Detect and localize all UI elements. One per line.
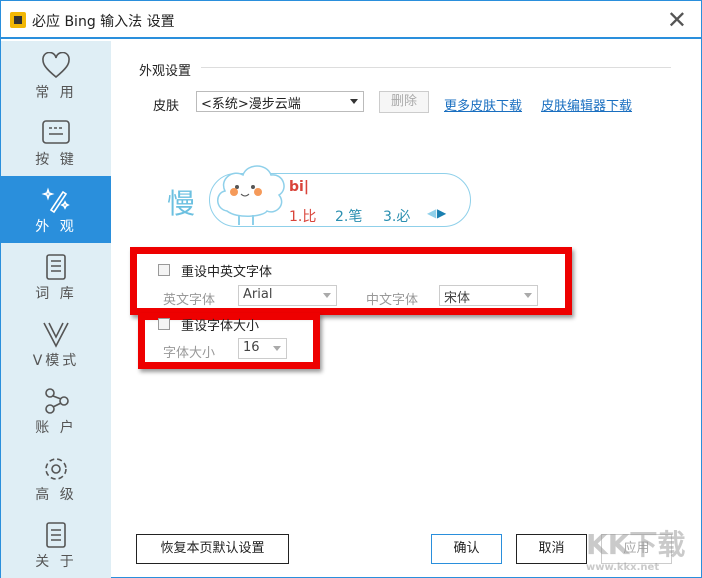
magic-wand-icon: [1, 176, 111, 214]
sidebar-item-v-mode[interactable]: V模式: [1, 310, 111, 377]
zh-font-value: 宋体: [444, 291, 471, 306]
reset-size-checkbox[interactable]: [158, 318, 170, 330]
font-size-value: 16: [243, 340, 260, 355]
bing-logo-icon: [10, 12, 26, 28]
composition-text: bi|: [289, 179, 309, 195]
reset-fonts-checkbox[interactable]: [158, 264, 170, 276]
cancel-button[interactable]: 取消: [516, 534, 587, 564]
watermark-logo: KK下载: [586, 528, 686, 561]
page-left-icon: ◀: [427, 206, 437, 220]
section-title: 外观设置: [139, 64, 192, 79]
watermark-url: www.kkx.net: [586, 562, 660, 573]
chevron-down-icon: [350, 99, 358, 104]
sidebar-item-advanced[interactable]: 高 级: [1, 444, 111, 511]
keyboard-icon: [1, 109, 111, 145]
document-icon: [1, 511, 111, 548]
en-font-select[interactable]: Arial: [238, 285, 337, 306]
ok-button[interactable]: 确认: [431, 534, 502, 564]
sidebar-item-common[interactable]: 常 用: [1, 42, 111, 109]
en-font-value: Arial: [243, 287, 273, 302]
skin-value: <系统>漫步云端: [201, 97, 301, 112]
chevron-down-icon: [524, 293, 532, 298]
sidebar-item-account[interactable]: 账 户: [1, 377, 111, 444]
sidebar: 常 用 按 键 外 观 词 库 V模式 账 户 高 级 关 于: [1, 41, 111, 578]
book-icon: [1, 243, 111, 280]
window-title: 必应 Bing 输入法 设置: [32, 14, 175, 30]
settings-window: 必应 Bing 输入法 设置 ✕ 常 用 按 键 外 观 词 库 V模式 账 户…: [0, 0, 702, 578]
candidate-3: 3.必: [383, 209, 411, 225]
restore-defaults-button[interactable]: 恢复本页默认设置: [136, 534, 289, 564]
font-size-label: 字体大小: [163, 346, 216, 361]
candidate-2: 2.笔: [335, 209, 363, 225]
cloud-mascot-icon: [217, 165, 285, 225]
section-divider: [201, 67, 671, 68]
sidebar-item-dictionary[interactable]: 词 库: [1, 243, 111, 310]
sidebar-item-keys[interactable]: 按 键: [1, 109, 111, 176]
zh-font-select[interactable]: 宋体: [439, 285, 538, 306]
chevron-down-icon: [273, 346, 281, 351]
delete-skin-button[interactable]: 删除: [379, 91, 429, 113]
v-mode-icon: [1, 310, 111, 348]
page-right-icon: ▶: [437, 206, 447, 220]
sidebar-item-about[interactable]: 关 于: [1, 511, 111, 578]
mode-indicator: 慢: [167, 187, 196, 220]
skin-editor-link[interactable]: 皮肤编辑器下载: [541, 95, 632, 114]
zh-font-label: 中文字体: [366, 293, 419, 308]
close-button[interactable]: ✕: [667, 6, 687, 34]
reset-size-label: 重设字体大小: [181, 319, 260, 334]
title-bar: 必应 Bing 输入法 设置 ✕: [1, 1, 701, 39]
more-skins-link[interactable]: 更多皮肤下载: [444, 95, 522, 114]
share-nodes-icon: [1, 377, 111, 414]
heart-icon: [1, 42, 111, 79]
en-font-label: 英文字体: [163, 293, 216, 308]
chevron-down-icon: [323, 293, 331, 298]
sidebar-item-appearance[interactable]: 外 观: [1, 176, 111, 243]
skin-label: 皮肤: [153, 99, 180, 114]
skin-select[interactable]: <系统>漫步云端: [196, 91, 364, 112]
gear-icon: [1, 444, 111, 480]
font-size-select[interactable]: 16: [238, 338, 287, 359]
candidate-1: 1.比: [289, 209, 317, 225]
reset-fonts-label: 重设中英文字体: [181, 265, 273, 280]
